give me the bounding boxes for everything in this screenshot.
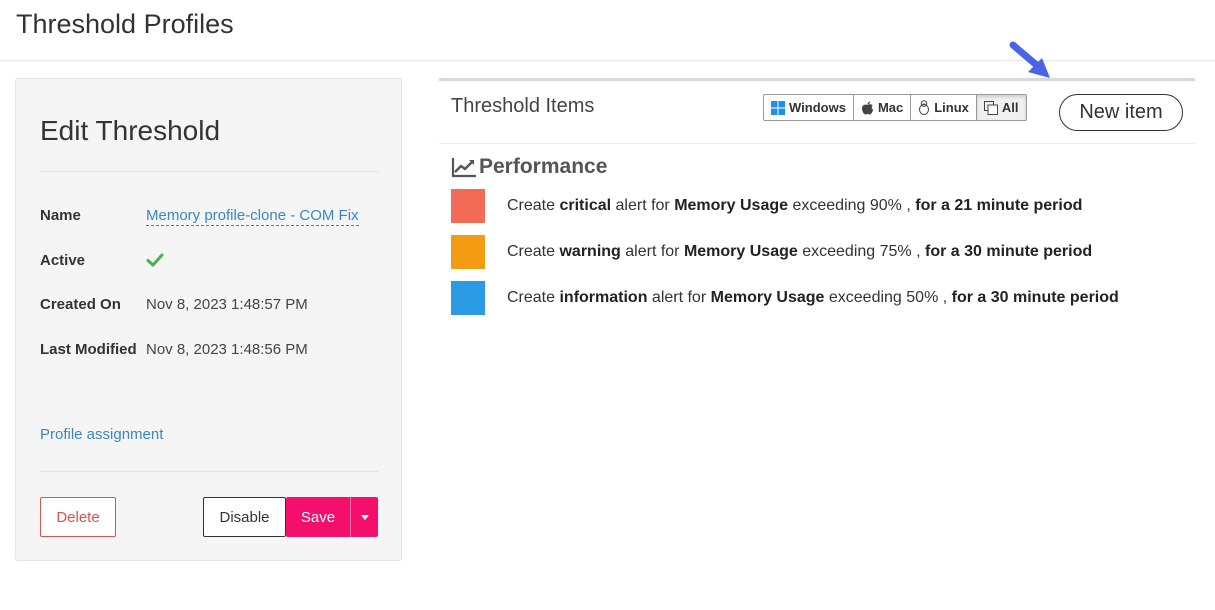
name-editable-link[interactable]: Memory profile-clone - COM Fix: [146, 207, 359, 226]
threshold-item-text: Create warning alert for Memory Usage ex…: [507, 243, 1093, 260]
caret-down-icon: [360, 514, 369, 520]
severity-color-information: [451, 281, 485, 315]
os-filter-group: Windows Mac Linux All: [763, 94, 1027, 121]
os-filter-label: Windows: [789, 100, 846, 115]
check-icon: [146, 253, 164, 267]
threshold-item-text: Create information alert for Memory Usag…: [507, 289, 1119, 306]
windows-icon: [771, 100, 785, 115]
line-chart-icon: [451, 158, 476, 178]
os-filter-mac[interactable]: Mac: [854, 95, 912, 120]
new-item-button[interactable]: New item: [1059, 94, 1183, 131]
name-value: Memory profile-clone - COM Fix: [146, 207, 359, 226]
edit-threshold-title: Edit Threshold: [40, 115, 221, 146]
last-modified-value: Nov 8, 2023 1:48:56 PM: [146, 341, 308, 358]
threshold-item-row[interactable]: Create warning alert for Memory Usage ex…: [451, 235, 1191, 269]
apple-icon: [861, 101, 873, 114]
os-filter-label: Mac: [877, 100, 904, 115]
os-filter-label: All: [1001, 100, 1019, 115]
performance-section-header: Performance: [451, 155, 607, 179]
page-title: Threshold Profiles: [16, 9, 234, 39]
edit-threshold-card: Edit Threshold Name Memory profile-clone…: [15, 78, 402, 561]
created-on-label: Created On: [40, 296, 121, 313]
copy-icon: [983, 100, 998, 115]
threshold-items-title: Threshold Items: [451, 95, 595, 117]
linux-penguin-icon: [919, 100, 930, 115]
created-on-value: Nov 8, 2023 1:48:57 PM: [146, 296, 308, 313]
performance-section-title: Performance: [479, 155, 608, 178]
divider: [40, 471, 378, 472]
os-filter-all[interactable]: All: [976, 95, 1026, 120]
save-button[interactable]: Save: [286, 497, 350, 537]
disable-button[interactable]: Disable: [203, 497, 286, 537]
threshold-item-row[interactable]: Create information alert for Memory Usag…: [451, 281, 1191, 315]
severity-color-critical: [451, 189, 485, 223]
threshold-item-row[interactable]: Create critical alert for Memory Usage e…: [451, 189, 1191, 223]
divider: [439, 143, 1195, 144]
divider: [40, 171, 378, 172]
os-filter-windows[interactable]: Windows: [764, 95, 854, 120]
last-modified-label: Last Modified: [40, 341, 137, 358]
annotation-arrow-icon: [1009, 41, 1050, 78]
profile-assignment-link[interactable]: Profile assignment: [40, 426, 163, 443]
active-label: Active: [40, 252, 86, 269]
threshold-item-text: Create critical alert for Memory Usage e…: [507, 197, 1083, 214]
severity-color-warning: [451, 235, 485, 269]
os-filter-linux[interactable]: Linux: [911, 95, 977, 120]
os-filter-label: Linux: [934, 100, 969, 115]
threshold-items-panel: Threshold Items Windows Mac Linux All Ne…: [439, 78, 1195, 328]
name-label: Name: [40, 207, 81, 224]
delete-button[interactable]: Delete: [40, 497, 116, 537]
save-options-dropdown[interactable]: [350, 497, 378, 537]
